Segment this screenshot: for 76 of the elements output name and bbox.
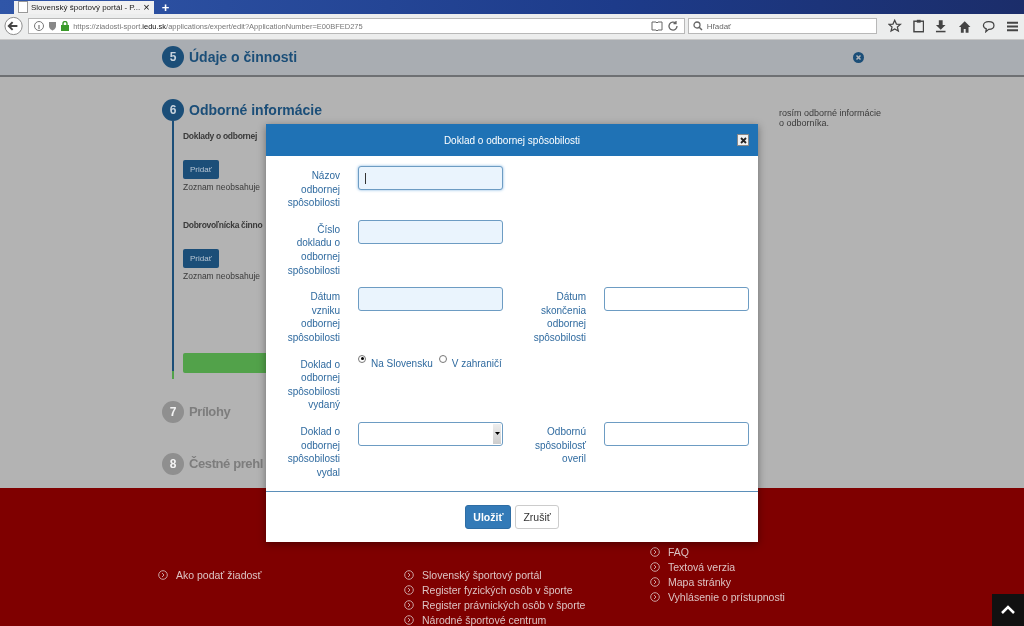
section-title: Údaje o činnosti xyxy=(189,49,298,66)
back-to-top-button[interactable] xyxy=(992,594,1024,626)
chevron-circle-icon xyxy=(158,570,168,580)
search-field[interactable]: Hľadať xyxy=(687,18,878,35)
tab-title: Slovenský športový portál - P... xyxy=(31,2,141,12)
close-icon[interactable] xyxy=(853,51,864,63)
step-number: 7 xyxy=(162,400,184,423)
close-icon xyxy=(739,136,747,144)
page-icon xyxy=(18,1,28,14)
footer-link[interactable]: Slovenský športový portál xyxy=(404,569,650,581)
browser-tab[interactable]: Slovenský športový portál - P... × xyxy=(14,0,154,14)
info-text: o odborníka. xyxy=(779,117,831,128)
field-label: Doklad o odbornej spôsobilosti vydaný xyxy=(286,357,340,412)
lock-icon xyxy=(61,21,70,32)
step-number: 8 xyxy=(162,452,184,475)
field-label: Dátum skončenia odbornej spôsobilosti xyxy=(532,290,586,345)
home-icon[interactable] xyxy=(957,19,972,33)
empty-list-text: Zoznam neobsahuje xyxy=(183,270,261,281)
chevron-circle-icon xyxy=(404,600,414,610)
field-label: Dátum vzniku odbornej spôsobilosti xyxy=(286,290,340,345)
clipboard-icon[interactable] xyxy=(912,19,925,34)
footer-link[interactable]: Register fyzických osôb v športe xyxy=(404,584,650,596)
section-title: Odborné informácie xyxy=(189,101,323,118)
subsection-title: Dobrovoľnícka činno xyxy=(183,219,263,230)
footer-link[interactable]: Vyhlásenie o prístupnosti xyxy=(650,591,785,603)
cancel-button[interactable]: Zrušiť xyxy=(515,505,559,529)
input-field[interactable] xyxy=(604,421,749,446)
section-bar[interactable]: 5 Údaje o činnosti xyxy=(0,39,1024,77)
chevron-circle-icon xyxy=(404,615,414,625)
chevron-circle-icon xyxy=(650,562,660,572)
field-label: Číslo dokladu o odbornej spôsobilosti xyxy=(286,222,340,278)
input-field[interactable] xyxy=(358,287,503,312)
chat-icon[interactable] xyxy=(982,19,996,33)
field-label: Doklad o odbornej spôsobilosti vydal xyxy=(286,424,340,480)
reader-view-icon[interactable] xyxy=(650,21,663,32)
chevron-circle-icon xyxy=(650,577,660,587)
step-number: 6 xyxy=(162,98,184,121)
close-button[interactable] xyxy=(737,134,749,146)
search-icon xyxy=(692,21,703,32)
radio-option[interactable]: Na Slovensku xyxy=(358,354,433,369)
chevron-circle-icon xyxy=(650,547,660,557)
save-button[interactable]: Uložiť xyxy=(465,505,512,529)
chevron-circle-icon xyxy=(404,585,414,595)
input-field[interactable] xyxy=(604,287,749,312)
tab-close-button[interactable]: × xyxy=(143,1,150,13)
footer-link[interactable]: Register právnických osôb v športe xyxy=(404,599,650,611)
info-text: rosím odborné informácie xyxy=(779,107,882,118)
field-label: Odbornú spôsobilosť overil xyxy=(534,424,586,466)
chevron-circle-icon xyxy=(650,592,660,602)
input-field[interactable] xyxy=(358,219,503,244)
info-icon xyxy=(34,21,45,32)
footer-link[interactable]: Ako podať žiadosť xyxy=(158,569,404,581)
menu-icon[interactable] xyxy=(1006,20,1018,32)
new-tab-button[interactable]: + xyxy=(157,0,174,14)
caret-up-icon xyxy=(1001,605,1015,615)
field-label: Názov odbornej spôsobilosti xyxy=(286,169,340,210)
footer-link[interactable]: FAQ xyxy=(650,546,785,558)
shield-icon xyxy=(48,21,58,32)
star-icon[interactable] xyxy=(888,19,902,34)
radio-option[interactable]: V zahraničí xyxy=(438,354,502,369)
back-icon[interactable] xyxy=(4,16,24,37)
step-number: 5 xyxy=(162,46,184,69)
add-button[interactable]: Pridať xyxy=(183,159,219,179)
empty-list-text: Zoznam neobsahuje xyxy=(183,181,261,192)
subsection-title: Doklady o odbornej xyxy=(183,130,257,141)
input-field[interactable] xyxy=(358,166,503,190)
dropdown-field[interactable] xyxy=(358,421,503,446)
chevron-circle-icon xyxy=(404,570,414,580)
add-button[interactable]: Pridať xyxy=(183,248,219,268)
download-icon[interactable] xyxy=(935,19,947,34)
modal-title: Doklad o odbornej spôsobilosti xyxy=(443,134,581,146)
footer-link[interactable]: Národné športové centrum xyxy=(404,614,650,626)
footer-link[interactable]: Textová verzia xyxy=(650,561,785,573)
caret-down-icon xyxy=(494,432,500,436)
footer-link[interactable]: Mapa stránky xyxy=(650,576,785,588)
reload-icon[interactable] xyxy=(666,20,679,33)
